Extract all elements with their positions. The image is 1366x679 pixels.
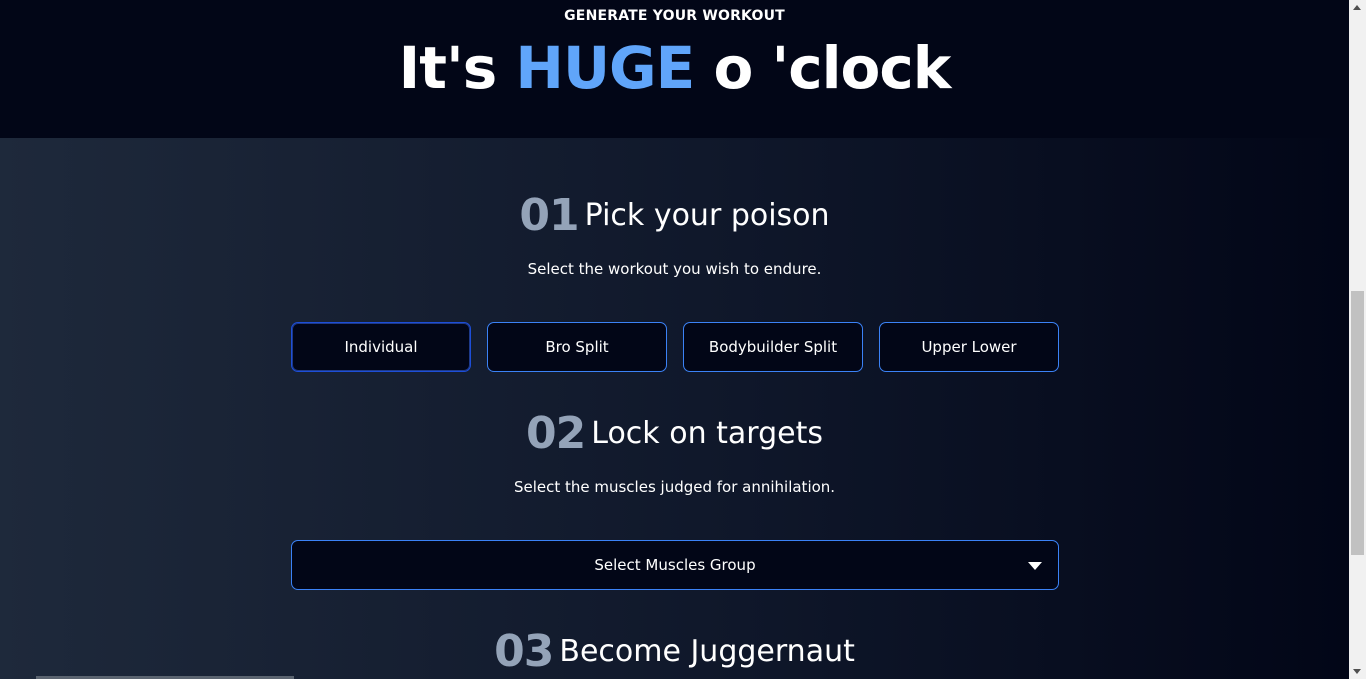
hero-title-suffix: o 'clock [694,34,951,102]
vertical-scrollbar[interactable] [1349,0,1366,679]
step-01-title: Pick your poison [584,198,830,233]
caret-down-icon [1028,562,1042,570]
scrollbar-thumb[interactable] [1351,291,1364,555]
hero-header: GENERATE YOUR WORKOUT It's HUGE o 'clock [0,0,1349,138]
step-02-description: Select the muscles judged for annihilati… [513,478,836,496]
muscle-group-select[interactable]: Select Muscles Group [291,540,1059,590]
hero-eyebrow: GENERATE YOUR WORKOUT [564,8,785,24]
step-01-header: 01 Pick your poison [0,190,1349,241]
step-01-description: Select the workout you wish to endure. [527,260,822,278]
page: GENERATE YOUR WORKOUT It's HUGE o 'clock… [0,0,1349,679]
option-bodybuilder-split-button[interactable]: Bodybuilder Split [683,322,863,372]
step-01-number: 01 [519,190,579,241]
hero-title-prefix: It's [398,34,516,102]
workout-type-options: Individual Bro Split Bodybuilder Split U… [291,322,1059,372]
scroll-up-arrow-icon[interactable] [1353,5,1361,10]
step-02-header: 02 Lock on targets [0,408,1349,459]
workout-generator: 01 Pick your poison Select the workout yo… [0,138,1349,679]
option-bro-split-button[interactable]: Bro Split [487,322,667,372]
step-03-title: Become Juggernaut [559,634,855,669]
step-03-number: 03 [494,626,554,677]
hero-title: It's HUGE o 'clock [0,34,1349,102]
muscle-group-select-label: Select Muscles Group [594,556,756,574]
scroll-down-arrow-icon[interactable] [1353,669,1361,674]
hero-title-accent: HUGE [515,34,695,102]
step-02-number: 02 [526,408,586,459]
step-02-title: Lock on targets [591,416,823,451]
option-individual-button[interactable]: Individual [291,322,471,372]
step-03-header: 03 Become Juggernaut [0,626,1349,677]
option-upper-lower-button[interactable]: Upper Lower [879,322,1059,372]
